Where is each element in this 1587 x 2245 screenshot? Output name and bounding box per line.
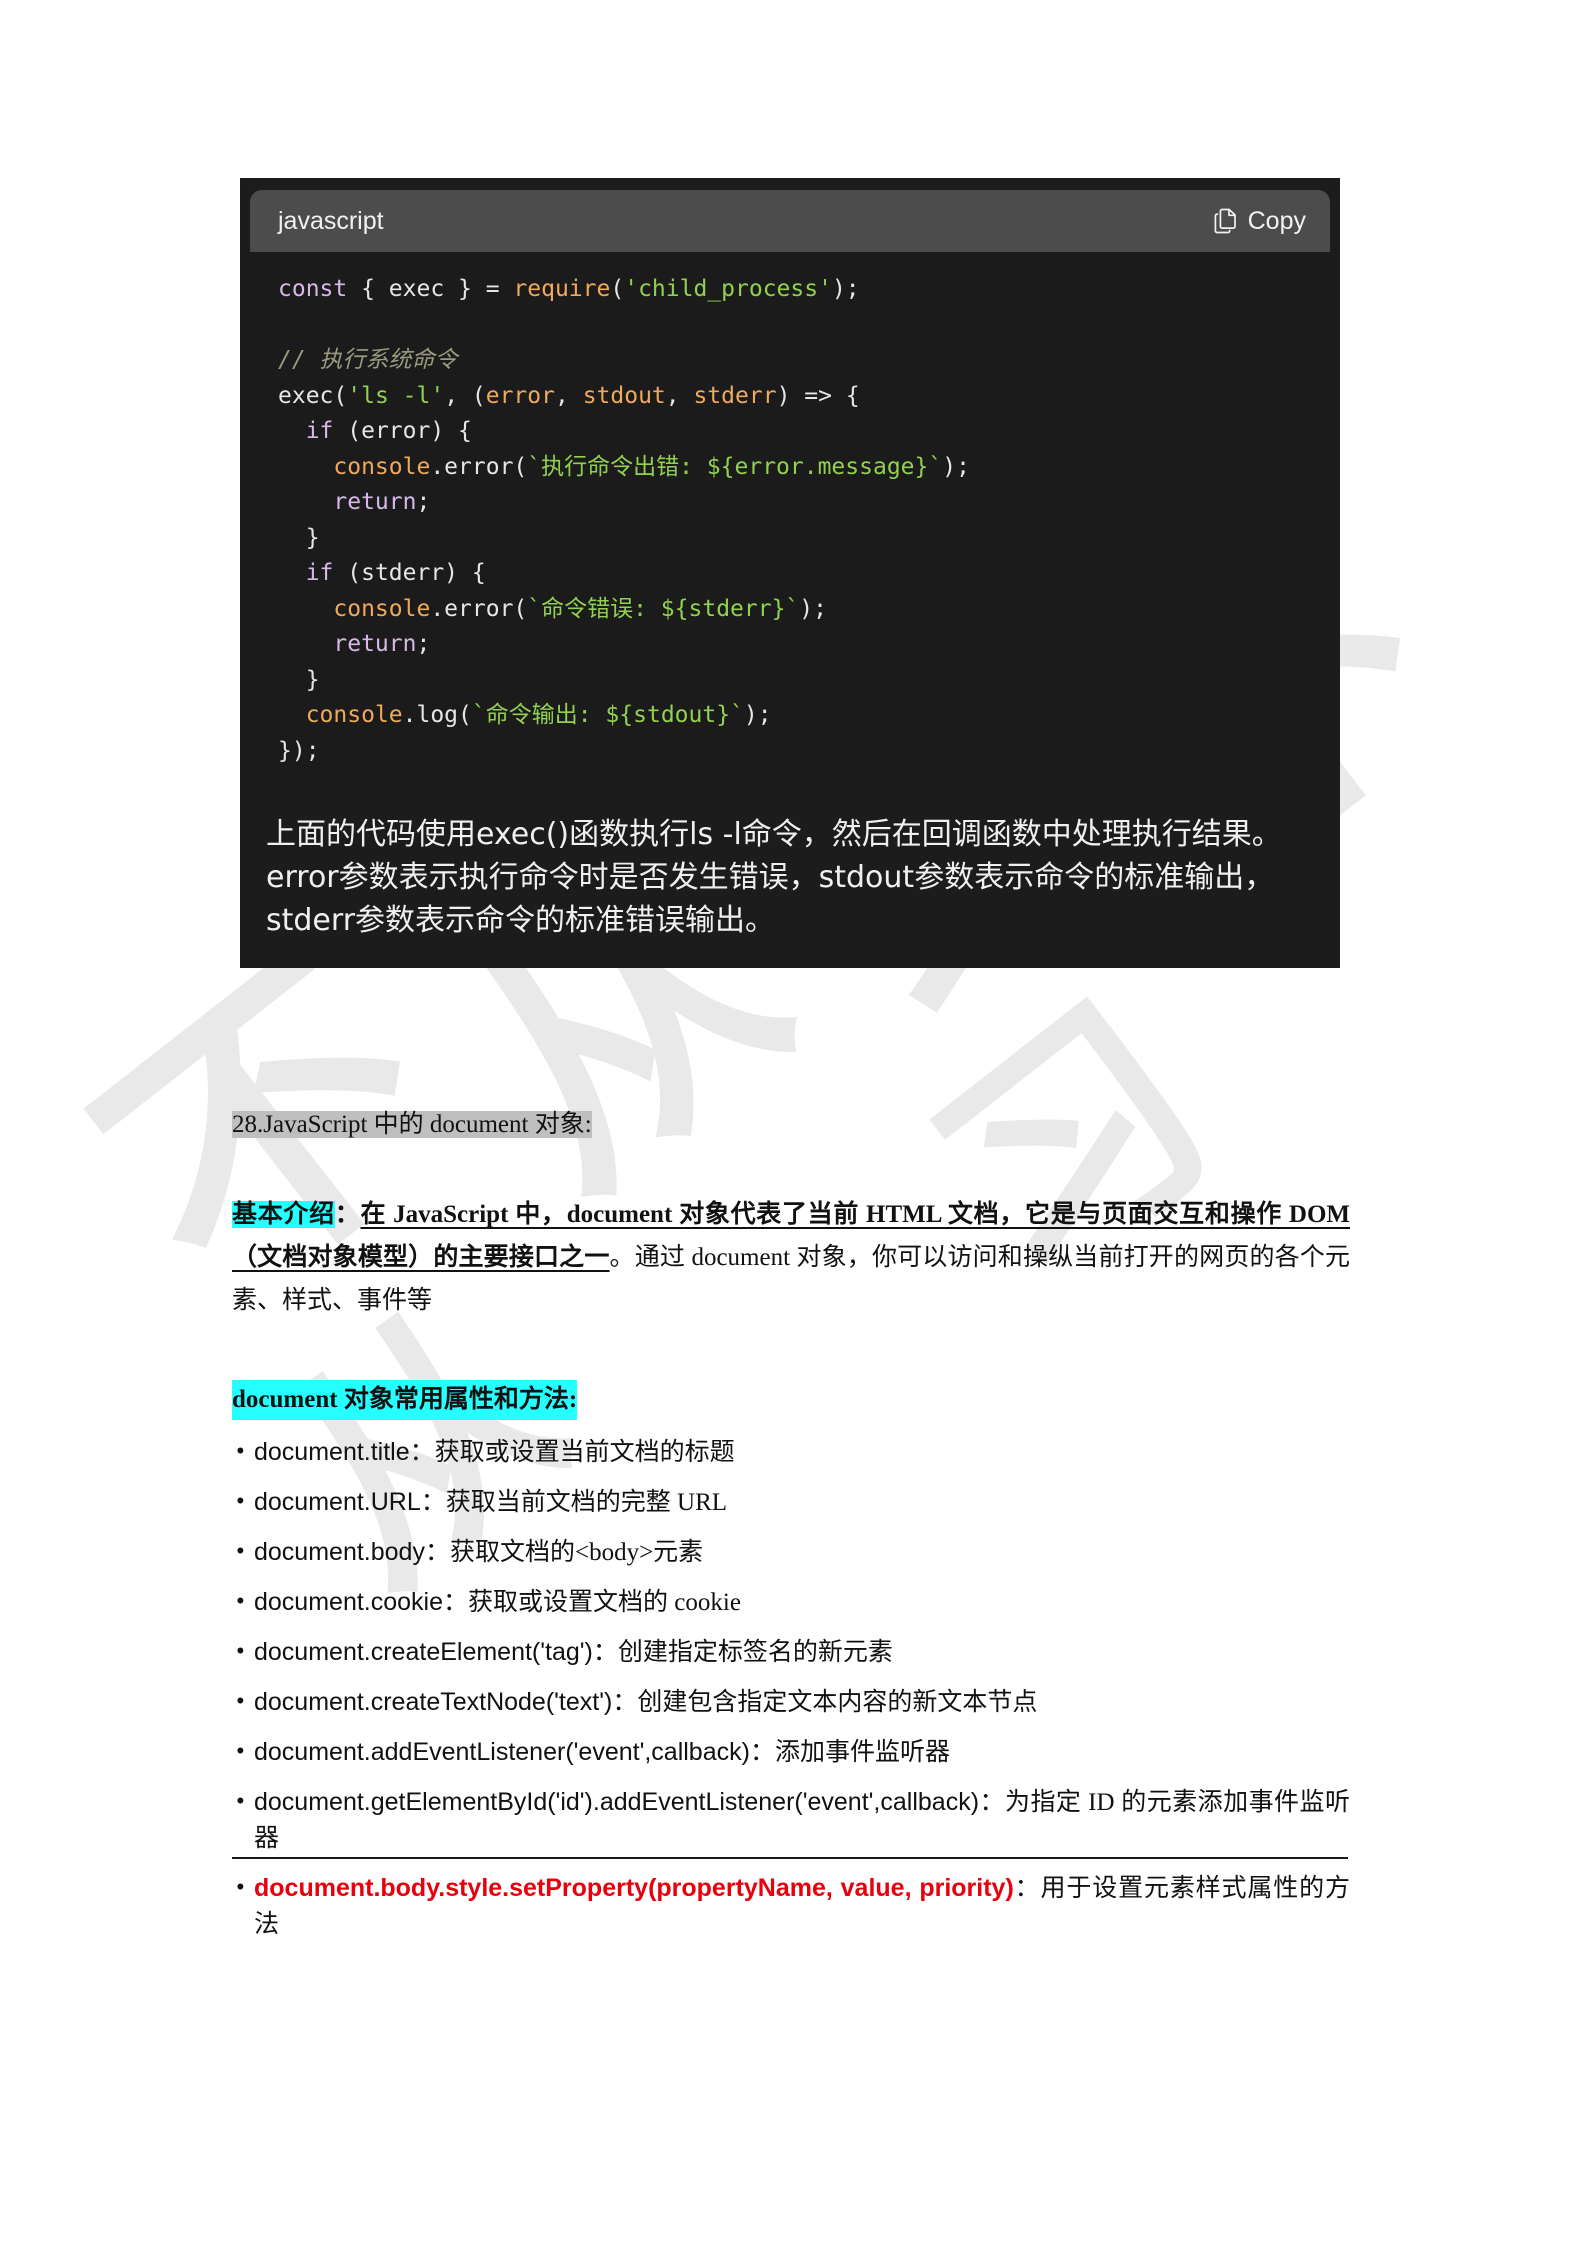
method-separator: ：	[409, 1439, 435, 1466]
method-description: 创建包含指定文本内容的新文本节点	[637, 1689, 1038, 1716]
method-separator: ：	[424, 1539, 450, 1566]
method-description: 获取或设置文档的 cookie	[468, 1589, 741, 1616]
method-api: document.addEventListener('event',callba…	[254, 1738, 750, 1766]
method-api: document.title	[254, 1438, 410, 1466]
intro-label: 基本介绍	[232, 1201, 335, 1228]
list-item: document.addEventListener('event',callba…	[232, 1734, 1350, 1771]
code-block-header: javascript Copy	[250, 190, 1330, 252]
methods-list-heading: document 对象常用属性和方法:	[232, 1380, 578, 1420]
methods-heading-rest: 对象常用属性和方法	[337, 1386, 569, 1413]
list-item: document.title：获取或设置当前文档的标题	[232, 1434, 1350, 1471]
list-item: document.URL：获取当前文档的完整 URL	[232, 1484, 1350, 1521]
method-separator: ：	[592, 1639, 618, 1666]
code-language-label: javascript	[278, 206, 384, 235]
method-description: 获取或设置当前文档的标题	[434, 1439, 735, 1466]
methods-heading-colon: :	[568, 1386, 578, 1413]
method-api: document.body	[254, 1538, 425, 1566]
code-explanation: 上面的代码使用exec()函数执行ls -l命令，然后在回调函数中处理执行结果。…	[266, 817, 1282, 938]
list-item: document.cookie：获取或设置文档的 cookie	[232, 1584, 1350, 1621]
document-body: 28.JavaScript 中的 document 对象: 基本介绍：在 Jav…	[232, 1105, 1350, 1956]
method-description: 获取当前文档的完整 URL	[445, 1489, 728, 1516]
list-item: document.createElement('tag')：创建指定标签名的新元…	[232, 1634, 1350, 1671]
intro-colon: ：	[334, 1201, 361, 1228]
method-separator: ：	[420, 1489, 446, 1516]
list-item: document.body.style.setProperty(property…	[232, 1870, 1350, 1943]
methods-list: document.title：获取或设置当前文档的标题 document.URL…	[232, 1434, 1350, 1943]
list-item: document.createTextNode('text')：创建包含指定文本…	[232, 1684, 1350, 1721]
method-description: 添加事件监听器	[774, 1739, 950, 1766]
method-description: 获取文档的<body>元素	[449, 1539, 704, 1566]
copy-code-button[interactable]: Copy	[1214, 207, 1306, 236]
method-api: document.createTextNode('text')	[254, 1688, 613, 1716]
method-separator: ：	[612, 1689, 638, 1716]
copy-pages-icon	[1214, 208, 1238, 234]
method-api: document.URL	[254, 1488, 421, 1516]
copy-button-label: Copy	[1247, 206, 1306, 235]
list-item: document.body：获取文档的<body>元素	[232, 1534, 1350, 1571]
method-separator: ：	[443, 1589, 469, 1616]
method-api: document.getElementById('id').addEventLi…	[254, 1788, 980, 1816]
method-api: document.body.style.setProperty(property…	[254, 1874, 1014, 1902]
method-separator: ：	[979, 1789, 1005, 1816]
method-api: document.cookie	[254, 1588, 444, 1616]
code-block-card: javascript Copy const { exec } = require…	[240, 178, 1340, 968]
method-separator: ：	[749, 1739, 775, 1766]
method-description: 创建指定标签名的新元素	[617, 1639, 893, 1666]
code-content[interactable]: const { exec } = require('child_process'…	[250, 272, 1330, 769]
section-title-text: 28.JavaScript 中的 document 对象:	[232, 1111, 592, 1138]
list-item: document.getElementById('id').addEventLi…	[232, 1784, 1350, 1857]
section-divider	[232, 1857, 1348, 1859]
methods-heading-bold: document	[232, 1386, 338, 1413]
method-api: document.createElement('tag')	[254, 1638, 593, 1666]
intro-paragraph: 基本介绍：在 JavaScript 中，document 对象代表了当前 HTM…	[232, 1193, 1350, 1322]
page-title: 28.JavaScript 中的 document 对象:	[232, 1105, 1350, 1145]
method-separator: ：	[1013, 1875, 1041, 1902]
code-block-body: const { exec } = require('child_process'…	[250, 252, 1330, 791]
